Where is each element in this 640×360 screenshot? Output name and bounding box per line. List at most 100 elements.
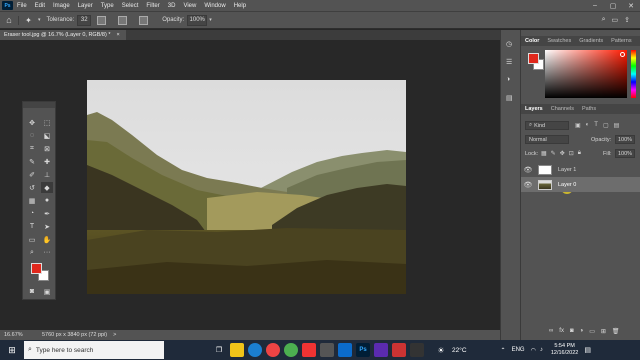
magic-eraser-tool-icon[interactable]: ✦ xyxy=(18,15,38,25)
notifications-icon[interactable]: ▤ xyxy=(584,346,591,354)
document-tab[interactable]: Eraser tool.jpg @ 16.7% (Layer 0, RGB/8)… xyxy=(0,30,126,40)
crop-tool-icon[interactable]: ⌗ xyxy=(26,143,38,154)
file-explorer-icon[interactable] xyxy=(230,343,244,357)
pixel-filter-icon[interactable]: ▣ xyxy=(575,122,581,129)
menu-edit[interactable]: Edit xyxy=(31,3,49,9)
marquee-tool-icon[interactable]: ⬚ xyxy=(41,117,53,128)
history-panel-icon[interactable]: ◷ xyxy=(506,40,512,48)
menu-3d[interactable]: 3D xyxy=(164,3,180,9)
tray-arrow-icon[interactable]: ⌃ xyxy=(501,347,506,354)
smart-filter-icon[interactable]: ▤ xyxy=(614,122,620,129)
wifi-icon[interactable]: ◠ xyxy=(531,347,536,354)
fill-input[interactable]: 100% xyxy=(615,149,635,158)
task-view-icon[interactable]: ❐ xyxy=(212,343,226,357)
language-indicator[interactable]: ENG xyxy=(512,347,525,353)
weather-temperature[interactable]: 22°C xyxy=(452,347,467,354)
app-icon-3[interactable] xyxy=(392,343,406,357)
mask-icon[interactable]: ◙ xyxy=(570,328,574,335)
lock-transparent-icon[interactable]: ▦ xyxy=(541,150,547,157)
layer-opacity-input[interactable]: 100% xyxy=(615,135,635,144)
layer-0-name[interactable]: Layer 0 xyxy=(558,182,576,188)
move-tool-icon[interactable]: ✥ xyxy=(26,117,38,128)
tab-swatches[interactable]: Swatches xyxy=(543,38,575,44)
menu-help[interactable]: Help xyxy=(230,3,250,9)
clone-stamp-tool-icon[interactable]: ⊥ xyxy=(41,169,53,180)
type-tool-icon[interactable]: T xyxy=(26,221,38,232)
menu-image[interactable]: Image xyxy=(49,3,74,9)
tab-layers[interactable]: Layers xyxy=(521,106,547,112)
search-icon[interactable]: ⌕ xyxy=(602,16,606,24)
layer-filter-dropdown[interactable]: ⌕ Kind xyxy=(525,121,569,130)
close-icon[interactable]: ✕ xyxy=(622,0,640,11)
color-picker-cursor[interactable] xyxy=(620,52,625,57)
canvas-image[interactable] xyxy=(87,80,406,294)
whatsapp-icon[interactable] xyxy=(284,343,298,357)
frame-tool-icon[interactable]: ⊠ xyxy=(41,143,53,154)
eyedropper-tool-icon[interactable]: ✎ xyxy=(26,156,38,167)
lock-artboard-icon[interactable]: ⊡ xyxy=(569,150,574,157)
edge-icon[interactable] xyxy=(248,343,262,357)
eraser-tool-icon[interactable]: ◆ xyxy=(41,182,53,193)
trash-icon[interactable]: 🗑︎ xyxy=(612,328,620,335)
layer-row-layer-0[interactable]: 👁︎ Layer 0 xyxy=(521,177,640,192)
lock-position-icon[interactable]: ✥ xyxy=(560,150,565,157)
lasso-tool-icon[interactable]: ◌ xyxy=(26,130,38,141)
maximize-icon[interactable]: ▢ xyxy=(604,0,622,11)
libraries-panel-icon[interactable]: ▤ xyxy=(506,94,513,102)
tool-preset-dropdown-icon[interactable]: ▾ xyxy=(38,17,41,23)
group-icon[interactable]: ▭ xyxy=(589,328,595,335)
menu-file[interactable]: File xyxy=(13,3,31,9)
app-icon-4[interactable] xyxy=(410,343,424,357)
type-filter-icon[interactable]: T xyxy=(594,122,598,129)
tab-color[interactable]: Color xyxy=(521,38,543,44)
panel-foreground-swatch[interactable] xyxy=(528,53,539,64)
adjustment-icon[interactable]: ◑ xyxy=(580,328,584,335)
chrome-icon[interactable] xyxy=(266,343,280,357)
history-brush-tool-icon[interactable]: ↺ xyxy=(26,182,38,193)
rectangle-tool-icon[interactable]: ▭ xyxy=(26,234,38,245)
tools-panel-header[interactable] xyxy=(23,102,55,108)
windows-start-icon[interactable]: ⊞ xyxy=(2,343,22,357)
adjustments-panel-icon[interactable]: ◑ xyxy=(506,76,510,83)
properties-panel-icon[interactable]: ☰ xyxy=(506,58,512,66)
quick-mask-icon[interactable]: ◙ xyxy=(26,286,38,297)
workspace-icon[interactable]: ▭ xyxy=(612,16,619,24)
photoshop-taskbar-icon[interactable]: Ps xyxy=(356,343,370,357)
layer-row-layer-1[interactable]: 👁︎ Layer 1 xyxy=(521,162,640,177)
sample-all-layers-checkbox[interactable] xyxy=(139,15,149,25)
tab-patterns[interactable]: Patterns xyxy=(607,38,635,44)
menu-view[interactable]: View xyxy=(179,3,200,9)
screen-mode-icon[interactable]: ▣ xyxy=(41,286,53,297)
home-icon[interactable]: ⌂ xyxy=(0,15,18,25)
video-app-icon[interactable] xyxy=(302,343,316,357)
weather-icon[interactable]: ☀ xyxy=(434,343,448,357)
status-menu-arrow[interactable]: > xyxy=(113,332,116,338)
tab-paths[interactable]: Paths xyxy=(578,106,600,112)
hand-tool-icon[interactable]: ✋ xyxy=(41,234,53,245)
blur-tool-icon[interactable]: ● xyxy=(41,195,53,206)
close-tab-icon[interactable]: × xyxy=(116,32,119,38)
taskbar-search-box[interactable]: ⌕ Type here to search xyxy=(24,341,164,359)
brush-tool-icon[interactable]: ✐ xyxy=(26,169,38,180)
pen-tool-icon[interactable]: ✒ xyxy=(41,208,53,219)
lock-image-icon[interactable]: ✎ xyxy=(551,150,556,157)
link-icon[interactable]: ∞ xyxy=(549,328,553,335)
contiguous-checkbox[interactable] xyxy=(118,15,128,25)
app-icon[interactable] xyxy=(320,343,334,357)
menu-type[interactable]: Type xyxy=(97,3,118,9)
visibility-eye-icon[interactable]: 👁︎ xyxy=(521,181,535,189)
tab-channels[interactable]: Channels xyxy=(547,106,578,112)
healing-brush-tool-icon[interactable]: ✚ xyxy=(41,156,53,167)
tolerance-input[interactable]: 32 xyxy=(77,14,92,26)
opacity-input[interactable]: 100% xyxy=(187,14,208,26)
layer-1-name[interactable]: Layer 1 xyxy=(558,167,576,173)
tab-gradients[interactable]: Gradients xyxy=(575,38,607,44)
lock-all-icon[interactable]: 🔒︎ xyxy=(578,150,581,157)
gradient-tool-icon[interactable]: ▦ xyxy=(26,195,38,206)
share-icon[interactable]: ⇪ xyxy=(624,16,630,24)
path-selection-tool-icon[interactable]: ➤ xyxy=(41,221,53,232)
blend-mode-dropdown[interactable]: Normal xyxy=(525,135,569,144)
hue-slider[interactable] xyxy=(631,50,636,98)
volume-icon[interactable]: ♪ xyxy=(540,347,543,353)
foreground-color-swatch[interactable] xyxy=(31,263,42,274)
